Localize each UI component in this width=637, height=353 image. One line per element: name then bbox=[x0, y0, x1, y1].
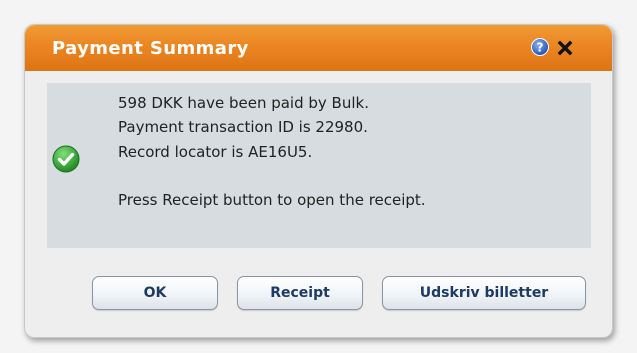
message-line-record-locator: Record locator is AE16U5. bbox=[118, 142, 313, 161]
receipt-button[interactable]: Receipt bbox=[237, 276, 363, 310]
success-check-icon bbox=[52, 145, 80, 173]
ok-button[interactable]: OK bbox=[92, 276, 218, 310]
message-panel: 598 DKK have been paid by Bulk. Payment … bbox=[47, 83, 591, 248]
message-line-amount: 598 DKK have been paid by Bulk. bbox=[118, 94, 369, 112]
dialog-titlebar[interactable]: Payment Summary ? bbox=[25, 25, 612, 71]
close-icon[interactable] bbox=[557, 40, 573, 56]
svg-text:?: ? bbox=[537, 41, 544, 55]
payment-summary-dialog: Payment Summary ? 598 DKK have been paid… bbox=[24, 24, 613, 338]
message-line-receipt-hint: Press Receipt button to open the receipt… bbox=[118, 190, 426, 209]
message-line-transaction-id: Payment transaction ID is 22980. bbox=[118, 118, 368, 137]
help-icon[interactable]: ? bbox=[531, 38, 549, 56]
dialog-title: Payment Summary bbox=[52, 38, 249, 59]
message-text: 598 DKK have been paid by Bulk. Payment … bbox=[118, 91, 426, 212]
print-tickets-button[interactable]: Udskriv billetter bbox=[382, 276, 586, 310]
